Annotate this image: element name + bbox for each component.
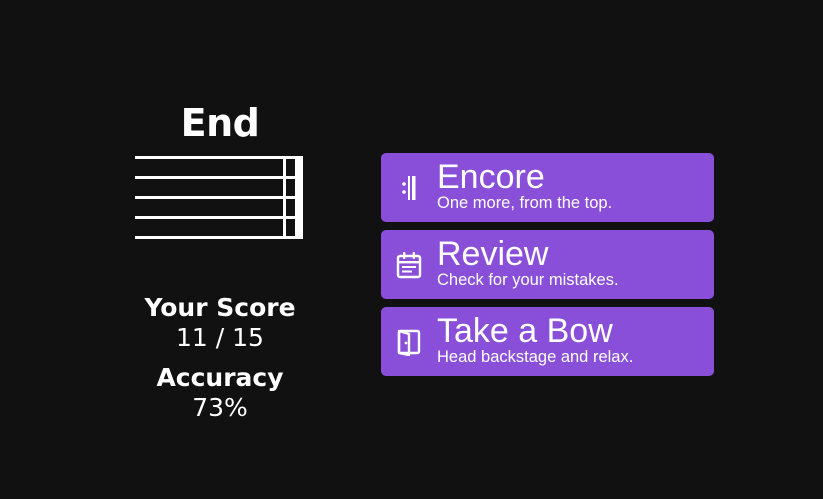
review-title: Review <box>437 234 549 273</box>
end-screen: End Your Score 11 / 15 Accuracy 73% Enco… <box>0 0 823 499</box>
take-a-bow-title: Take a Bow <box>437 311 613 350</box>
encore-button[interactable]: Encore One more, from the top. <box>381 153 714 222</box>
take-a-bow-subtitle: Head backstage and relax. <box>437 347 634 366</box>
encore-subtitle: One more, from the top. <box>437 193 613 212</box>
final-barline-staff-icon <box>135 156 303 239</box>
results-panel: End Your Score 11 / 15 Accuracy 73% <box>130 95 310 422</box>
review-subtitle: Check for your mistakes. <box>437 270 619 289</box>
calendar-icon <box>381 230 437 299</box>
page-title: End <box>180 101 260 145</box>
score-label: Your Score <box>144 293 296 322</box>
score-value: 11 / 15 <box>176 323 264 352</box>
take-a-bow-button[interactable]: Take a Bow Head backstage and relax. <box>381 307 714 376</box>
door-exit-icon <box>381 307 437 376</box>
accuracy-value: 73% <box>192 393 248 422</box>
encore-title: Encore <box>437 157 545 196</box>
review-button[interactable]: Review Check for your mistakes. <box>381 230 714 299</box>
repeat-barline-icon <box>381 153 437 222</box>
stats-block: Your Score 11 / 15 Accuracy 73% <box>130 293 310 423</box>
accuracy-label: Accuracy <box>156 363 284 392</box>
actions-menu: Encore One more, from the top. Review Ch… <box>381 153 714 384</box>
